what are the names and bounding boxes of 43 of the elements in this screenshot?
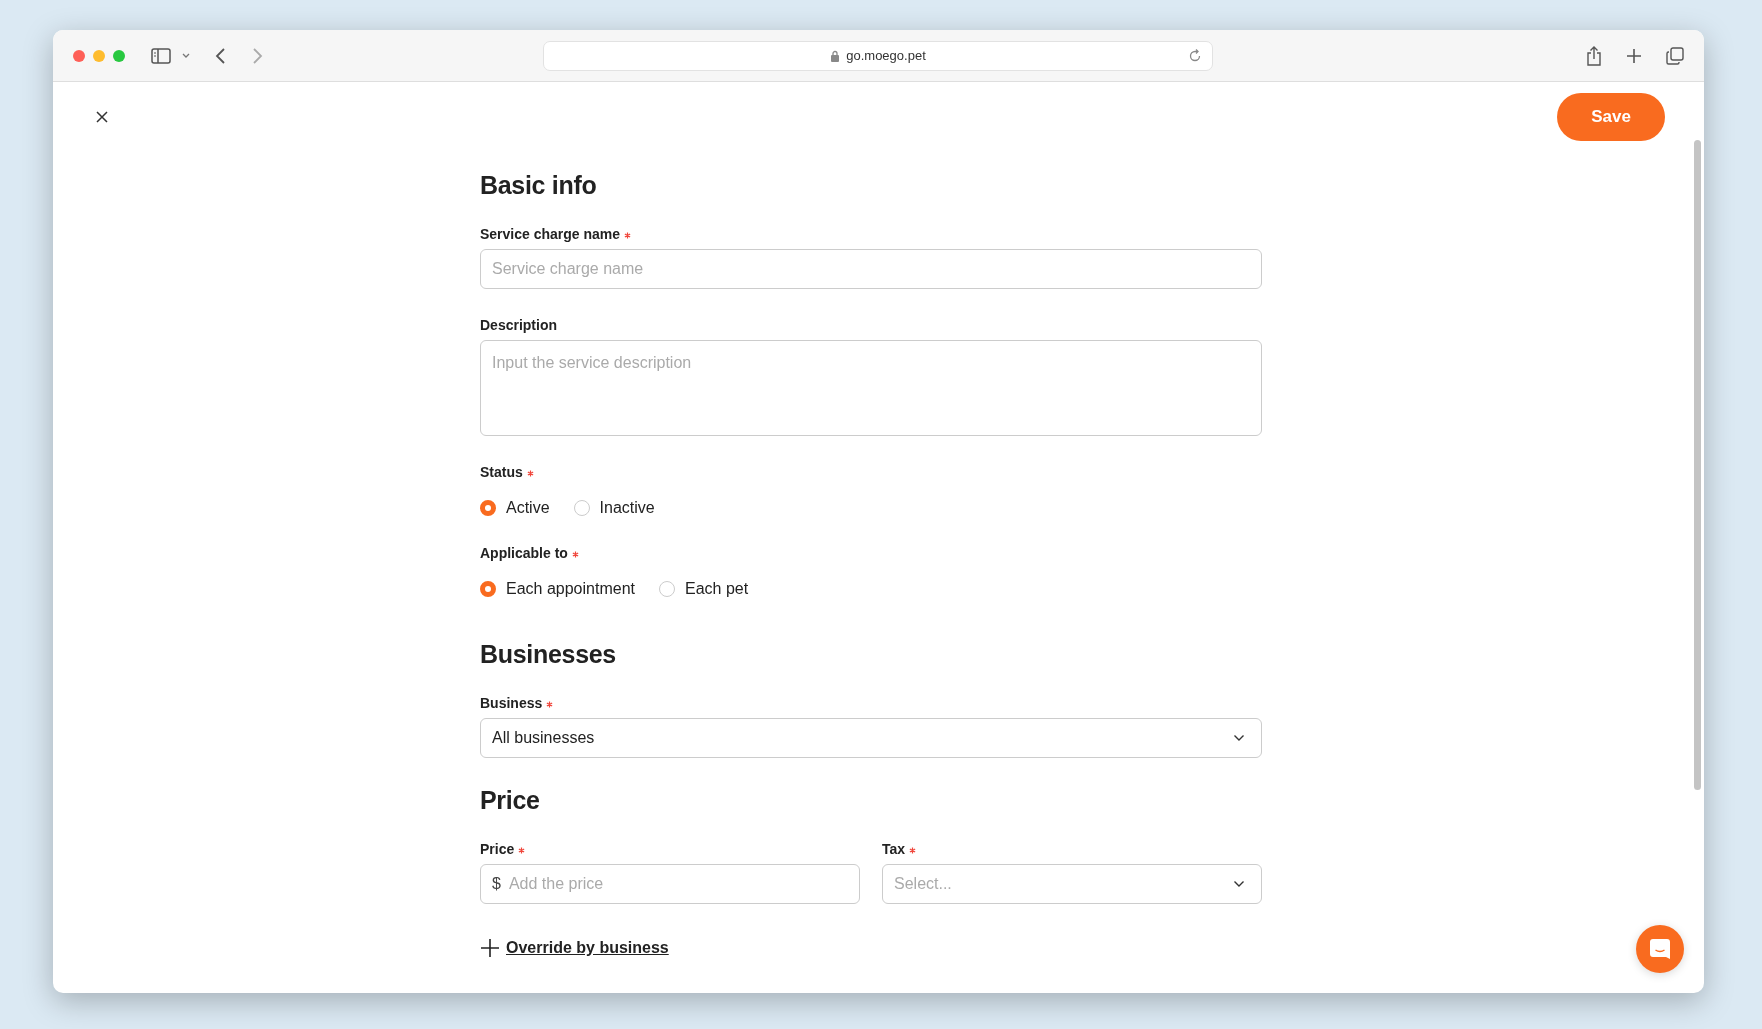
maximize-window-button[interactable] xyxy=(113,49,125,62)
scrollbar[interactable] xyxy=(1694,140,1701,790)
radio-option[interactable]: Each appointment xyxy=(480,580,635,598)
chevron-down-icon xyxy=(1233,734,1245,742)
field-label: Price xyxy=(480,841,515,857)
chevron-down-icon[interactable] xyxy=(181,51,191,60)
back-icon[interactable] xyxy=(215,46,227,65)
chat-icon xyxy=(1649,938,1671,960)
tabs-overview-icon[interactable] xyxy=(1666,46,1684,65)
forward-icon[interactable] xyxy=(251,46,263,65)
radio-option[interactable]: Active xyxy=(480,499,550,517)
business-dropdown[interactable]: All businesses xyxy=(480,718,1262,758)
field-label: Status xyxy=(480,464,523,480)
description-field[interactable]: Input the service description xyxy=(480,340,1262,436)
plus-icon[interactable] xyxy=(480,938,500,958)
chevron-down-icon xyxy=(1233,880,1245,888)
section-heading: Basic info xyxy=(480,171,598,200)
close-icon[interactable] xyxy=(95,110,109,124)
lock-icon xyxy=(830,49,841,62)
close-window-button[interactable] xyxy=(73,49,85,62)
minimize-window-button[interactable] xyxy=(93,49,105,62)
price-field[interactable]: $ Add the price xyxy=(480,864,860,904)
currency-prefix: $ xyxy=(492,875,501,893)
share-icon[interactable] xyxy=(1586,45,1602,66)
override-link[interactable]: Override by business xyxy=(506,939,669,957)
field-label: Applicable to xyxy=(480,545,568,561)
field-label: Tax xyxy=(882,841,906,857)
url-text: go.moego.pet xyxy=(846,48,926,63)
plus-icon[interactable] xyxy=(1626,47,1642,64)
reload-icon[interactable] xyxy=(1188,48,1202,63)
address-bar[interactable]: go.moego.pet xyxy=(543,40,1213,71)
text-field[interactable]: Service charge name xyxy=(480,249,1262,289)
field-label: Description xyxy=(480,317,557,333)
field-label: Business xyxy=(480,695,543,711)
section-heading: Price xyxy=(480,786,541,815)
chat-button[interactable] xyxy=(1636,925,1684,973)
sidebar-icon[interactable] xyxy=(151,47,171,64)
radio-option[interactable]: Each pet xyxy=(659,580,749,598)
radio-option[interactable]: Inactive xyxy=(573,499,655,517)
section-heading: Businesses xyxy=(480,640,617,669)
radio-button[interactable] xyxy=(480,500,496,516)
radio-button[interactable] xyxy=(480,581,496,597)
field-label: Service charge name xyxy=(480,226,621,242)
